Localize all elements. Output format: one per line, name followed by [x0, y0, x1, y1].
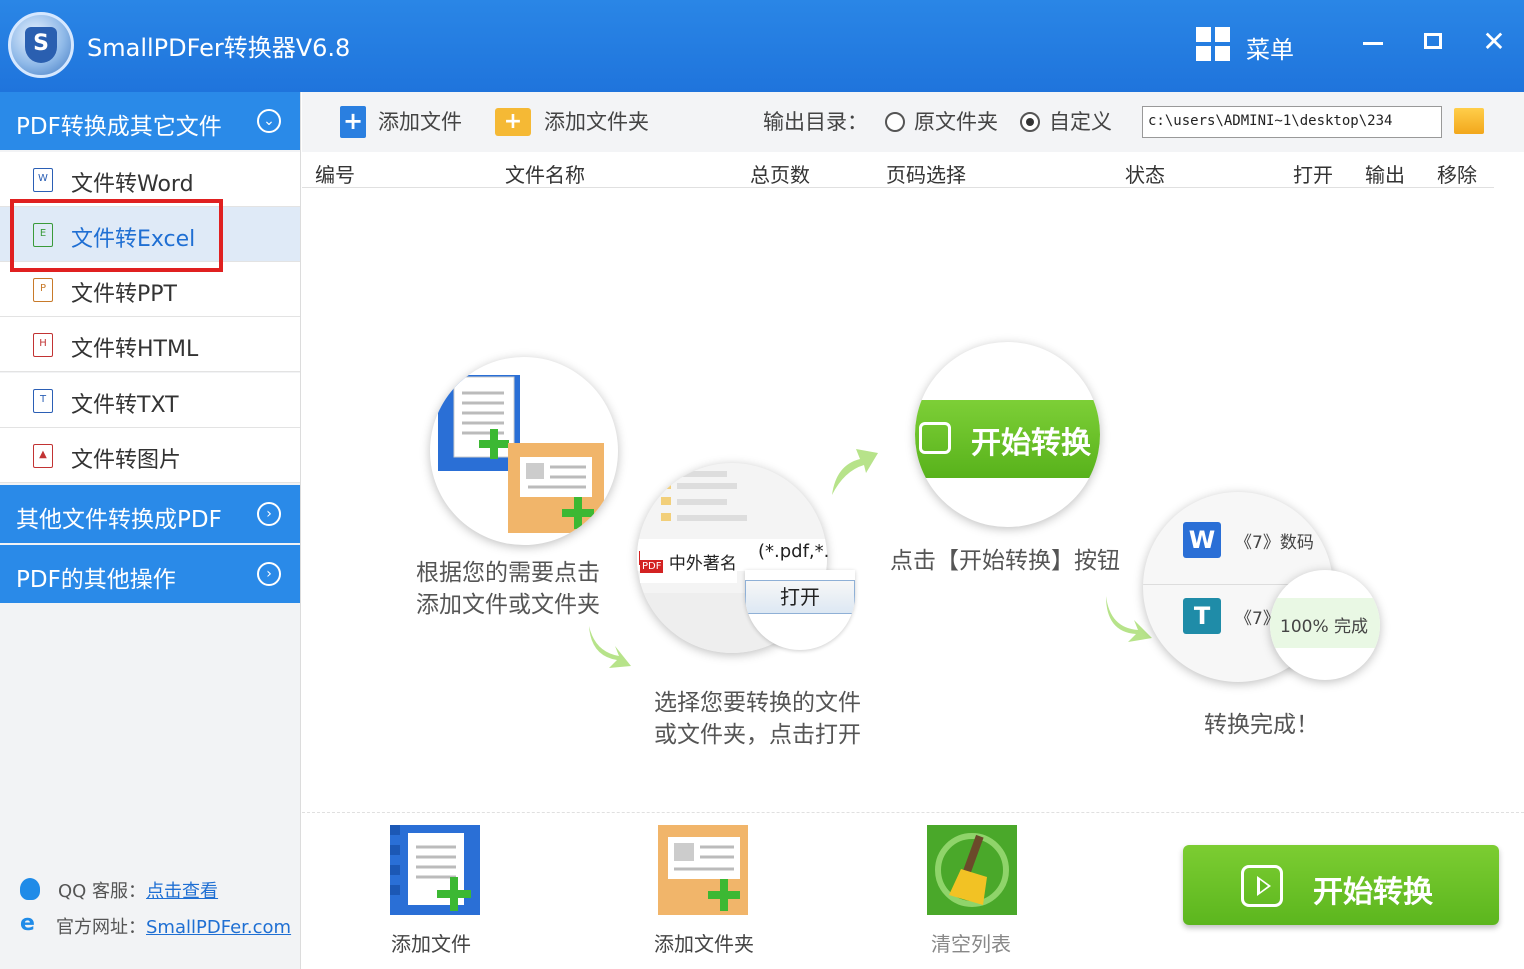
bubble-open-label: 打开 [745, 580, 855, 614]
step1-line2: 添加文件或文件夹 [416, 592, 600, 618]
site-link[interactable]: SmallPDFer.com [146, 917, 291, 938]
logo-letter: S [25, 27, 57, 63]
ppt-file-icon: P [33, 278, 53, 302]
play-icon [1241, 865, 1283, 907]
chevron-right-icon: › [257, 562, 281, 586]
sidebar-item-label: 文件转Word [71, 172, 194, 197]
col-status: 状态 [1125, 163, 1165, 187]
official-site: 官方网址：SmallPDFer.com [56, 913, 291, 939]
col-filename: 文件名称 [505, 163, 585, 187]
image-file-icon: ▲ [33, 444, 53, 468]
qq-icon [20, 878, 40, 900]
minimize-icon [1363, 42, 1383, 45]
add-file-bottom-label[interactable]: 添加文件 [391, 928, 471, 957]
sidebar-item-html[interactable]: H 文件转HTML [0, 317, 300, 372]
add-file-icon[interactable]: + [340, 106, 366, 138]
maximize-button[interactable] [1413, 24, 1453, 64]
chevron-down-icon: ⌄ [257, 109, 281, 133]
add-folder-large-icon[interactable] [658, 825, 748, 915]
step1-illustration [430, 357, 618, 545]
bubble-word-item: 《7》数码 [1235, 533, 1314, 553]
radio-custom[interactable] [1020, 112, 1040, 132]
file-table-header: 编号 文件名称 总页数 页码选择 状态 打开 输出 移除 [302, 152, 1494, 188]
bottom-divider [302, 812, 1524, 813]
clear-list-label[interactable]: 清空列表 [931, 928, 1011, 957]
bubble-start-label: 开始转换 [971, 426, 1091, 461]
title-bar: S SmallPDFer转换器V6.8 菜单 ✕ [0, 0, 1524, 92]
sidebar-item-label: 文件转HTML [71, 337, 199, 362]
add-file-large-icon[interactable] [390, 825, 480, 915]
step-arrow-icon [832, 449, 878, 495]
qq-support: QQ 客服：点击查看 [58, 877, 218, 903]
step4-text: 转换完成！ [1204, 712, 1319, 738]
step2-line1: 选择您要转换的文件 [654, 690, 861, 716]
txt-icon: T [1183, 598, 1221, 634]
sidebar-item-label: 文件转PPT [71, 282, 177, 307]
chevron-right-icon: › [257, 502, 281, 526]
close-button[interactable]: ✕ [1474, 24, 1514, 64]
radio-custom-label[interactable]: 自定义 [1049, 106, 1112, 136]
selection-highlight [10, 199, 223, 272]
file-name-text: 中外著名 [668, 554, 737, 574]
app-logo-icon: S [8, 12, 74, 78]
menu-button[interactable]: 菜单 [1246, 30, 1294, 65]
progress-bubble: 100% 完成 [1270, 570, 1380, 680]
maximize-icon [1424, 33, 1442, 49]
col-open: 打开 [1293, 163, 1333, 187]
add-folder-bottom-label[interactable]: 添加文件夹 [654, 928, 754, 957]
bubble-start-button: 开始转换 [915, 400, 1100, 478]
col-pages: 总页数 [750, 163, 810, 187]
col-page-select: 页码选择 [886, 163, 966, 187]
step2-line2: 或文件夹，点击打开 [654, 722, 861, 748]
section-label: 其他文件转换成PDF [16, 507, 222, 533]
col-output: 输出 [1365, 163, 1405, 187]
step3-illustration: 开始转换 [915, 342, 1100, 527]
toolbar: + 添加文件 + 添加文件夹 输出目录： 原文件夹 自定义 c:\users\A… [302, 92, 1524, 152]
section-pdf-to-other[interactable]: PDF转换成其它文件 ⌄ [0, 92, 300, 150]
html-file-icon: H [33, 333, 53, 357]
app-title: SmallPDFer转换器V6.8 [87, 34, 351, 62]
broom-clear-icon[interactable] [927, 825, 1017, 915]
add-folder-icon[interactable]: + [495, 108, 531, 136]
txt-file-icon: T [33, 389, 53, 413]
radio-original-folder[interactable] [885, 112, 905, 132]
add-file-folder-illustration-icon [438, 375, 604, 533]
sidebar-item-label: 文件转TXT [71, 393, 179, 418]
start-convert-button[interactable]: 开始转换 [1183, 845, 1499, 925]
qq-label: QQ 客服： [58, 881, 147, 902]
pdf-tag: PDF [640, 560, 664, 573]
bubble-file-name: PDF 中外著名 [640, 548, 737, 583]
step1-text: 根据您的需要点击 添加文件或文件夹 [416, 557, 600, 621]
word-icon: W [1183, 522, 1221, 558]
menu-grid-icon[interactable] [1196, 27, 1230, 61]
add-file-button[interactable]: 添加文件 [378, 106, 462, 136]
browser-icon: e [20, 911, 35, 936]
progress-text: 100% 完成 [1280, 617, 1369, 637]
output-dir-label: 输出目录： [763, 110, 868, 134]
col-remove: 移除 [1437, 163, 1477, 187]
output-path-input[interactable]: c:\users\ADMINI~1\desktop\234 [1142, 106, 1442, 138]
sidebar-item-image[interactable]: ▲ 文件转图片 [0, 428, 300, 483]
section-pdf-other-ops[interactable]: PDF的其他操作 › [0, 545, 300, 603]
sidebar-item-txt[interactable]: T 文件转TXT [0, 373, 300, 428]
start-convert-label: 开始转换 [1313, 875, 1433, 910]
radio-original-label[interactable]: 原文件夹 [914, 106, 998, 136]
step1-line1: 根据您的需要点击 [416, 560, 600, 586]
col-number: 编号 [315, 163, 355, 187]
step3-text: 点击【开始转换】按钮 [890, 548, 1120, 574]
browse-folder-icon[interactable] [1454, 108, 1484, 134]
step-arrow-icon [589, 626, 631, 668]
add-folder-button[interactable]: 添加文件夹 [544, 106, 649, 136]
section-other-to-pdf[interactable]: 其他文件转换成PDF › [0, 485, 300, 543]
minimize-button[interactable] [1353, 24, 1393, 64]
word-file-icon: W [33, 168, 53, 192]
file-filter-text: (*.pdf,*. [758, 541, 830, 562]
play-icon [919, 422, 951, 454]
sidebar-item-label: 文件转图片 [71, 448, 182, 473]
section-label: PDF的其他操作 [16, 567, 176, 593]
section-label: PDF转换成其它文件 [16, 114, 222, 140]
site-label: 官方网址： [56, 917, 146, 938]
qq-link[interactable]: 点击查看 [146, 881, 218, 902]
step2-text: 选择您要转换的文件 或文件夹，点击打开 [654, 687, 861, 751]
